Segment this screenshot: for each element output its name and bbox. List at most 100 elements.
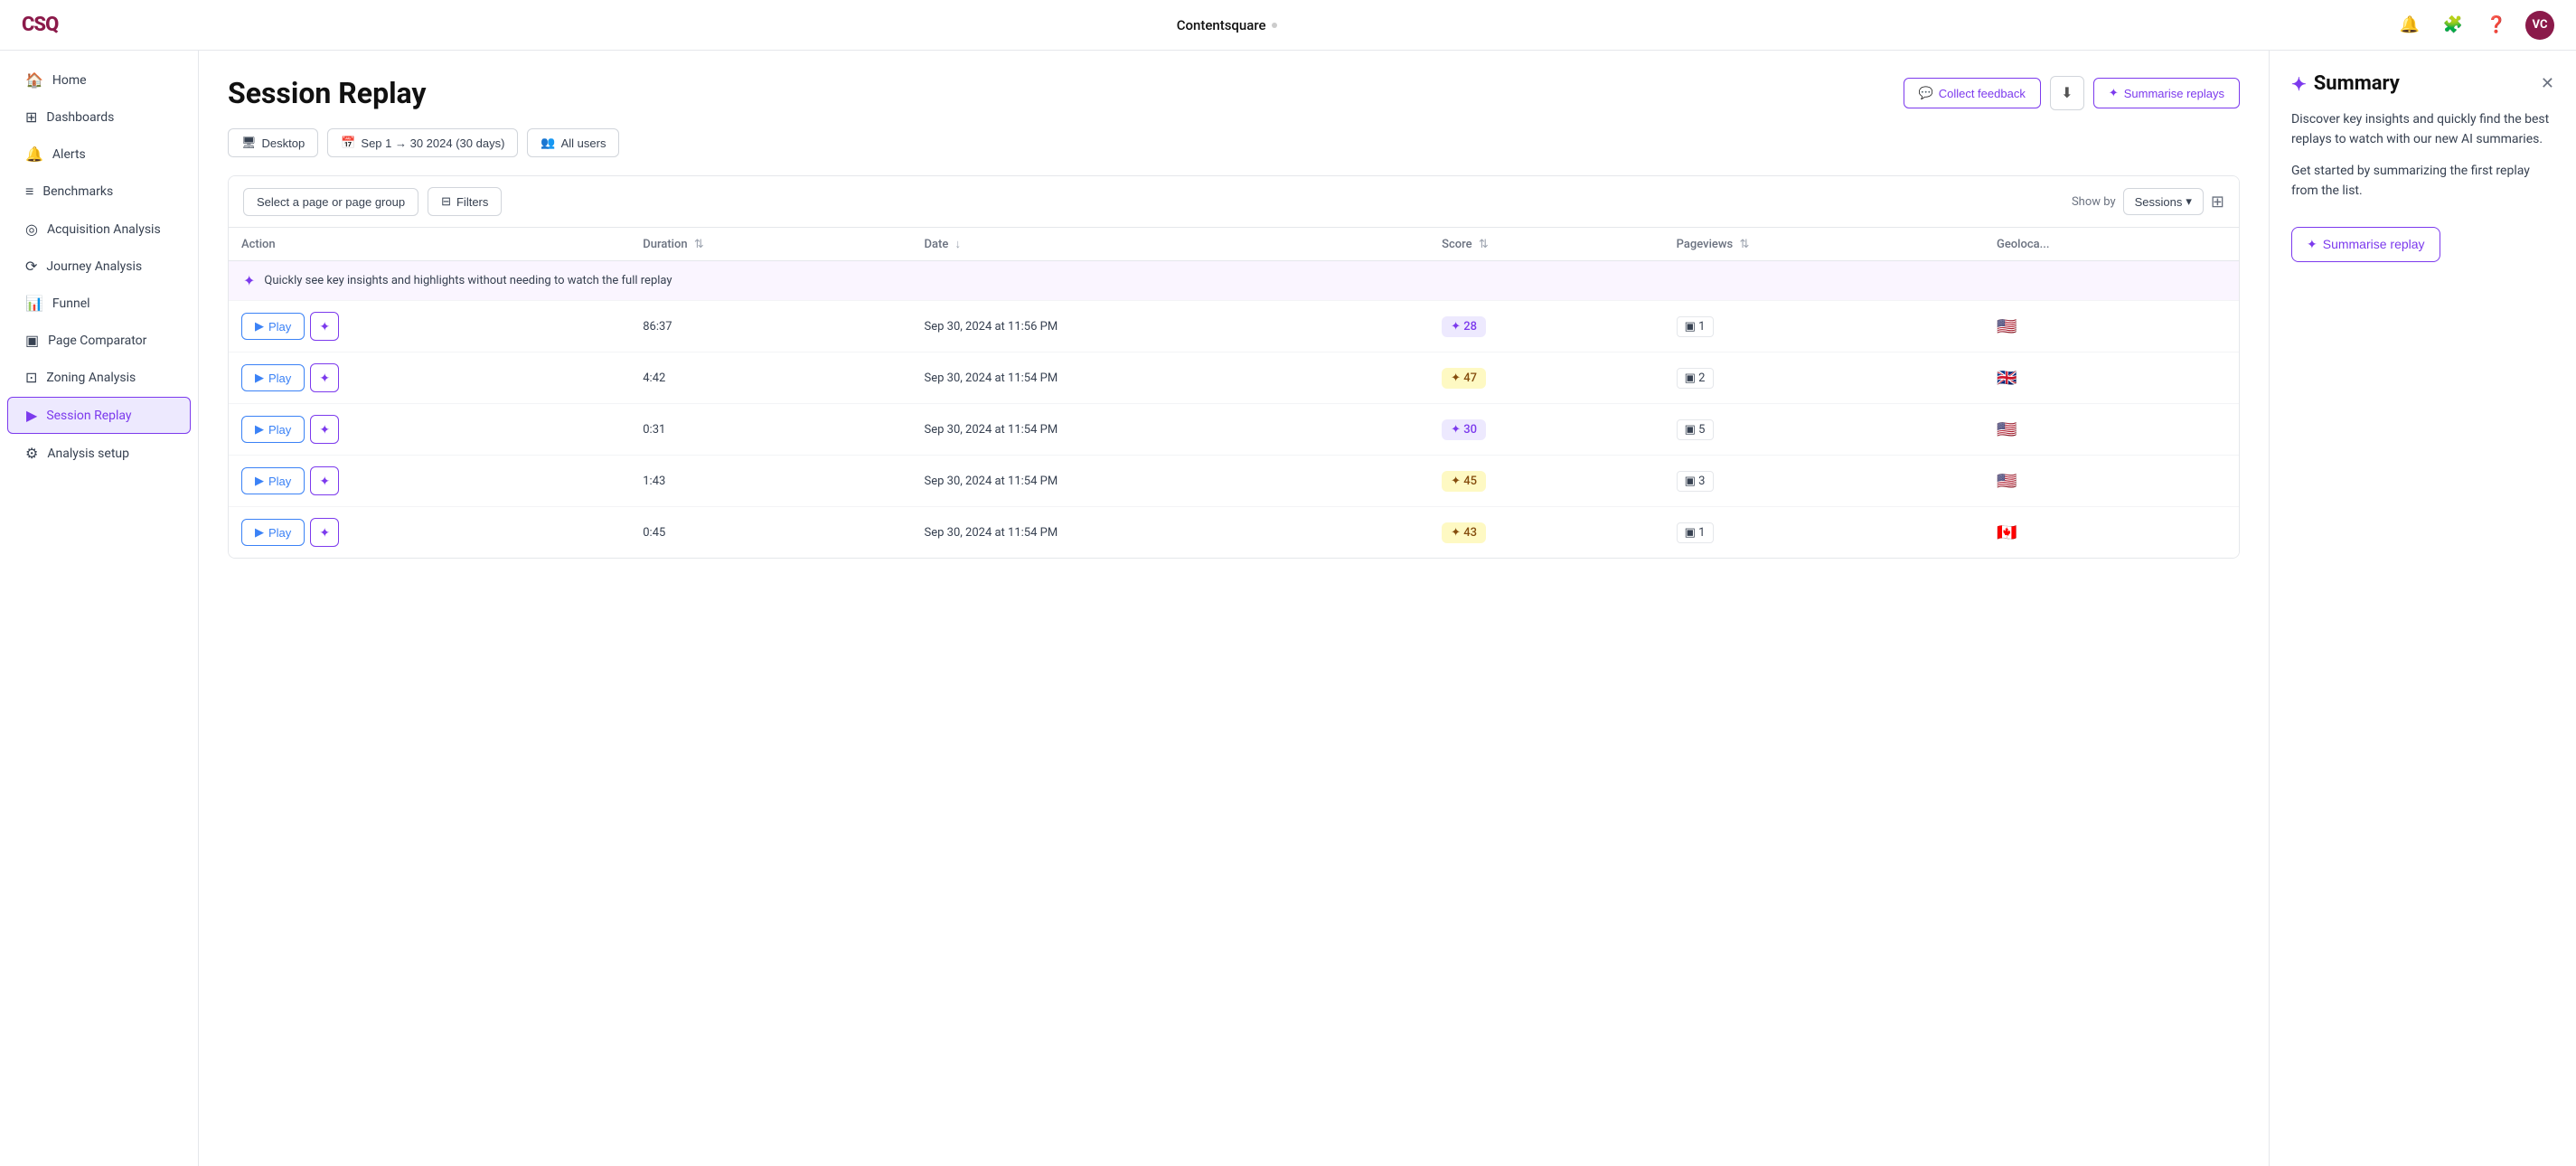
- summary-header: ✦ Summary ✕: [2291, 72, 2554, 95]
- filters-label: Filters: [456, 195, 488, 209]
- help-button[interactable]: ❓: [2482, 11, 2511, 40]
- sidebar-item-zoning-analysis[interactable]: ⊡ Zoning Analysis: [7, 360, 191, 395]
- summary-title-text: Summary: [2314, 72, 2400, 95]
- date-range-label: Sep 1 → 30 2024 (30 days): [361, 136, 504, 150]
- sidebar-item-journey-analysis[interactable]: ⟳ Journey Analysis: [7, 249, 191, 284]
- sparkle-icon: ✦: [2109, 86, 2119, 100]
- flag-cell: 🇺🇸: [1984, 301, 2239, 353]
- ai-summarise-button[interactable]: ✦: [310, 518, 339, 547]
- play-label: Play: [268, 526, 291, 540]
- avatar[interactable]: VC: [2525, 11, 2554, 40]
- summary-close-button[interactable]: ✕: [2541, 74, 2554, 93]
- page-comparator-icon: ▣: [25, 332, 39, 349]
- summarise-replay-sparkle-icon: ✦: [2307, 237, 2317, 252]
- action-cell: ▶ Play ✦: [229, 301, 630, 353]
- score-badge: ✦ 45: [1442, 471, 1486, 492]
- sidebar-item-label: Page Comparator: [48, 334, 146, 348]
- device-filter-button[interactable]: 🖥 Desktop: [228, 128, 318, 157]
- collect-feedback-icon: 💬: [1919, 86, 1933, 100]
- ai-summarise-button[interactable]: ✦: [310, 415, 339, 444]
- download-button[interactable]: ⬇: [2050, 76, 2084, 110]
- sidebar-item-label: Session Replay: [46, 409, 131, 423]
- ai-summarise-button[interactable]: ✦: [310, 363, 339, 392]
- logo[interactable]: CSQ: [22, 14, 58, 36]
- score-cell: ✦ 28: [1429, 301, 1664, 353]
- sort-icon-score: ⇅: [1479, 238, 1489, 251]
- summary-description: Discover key insights and quickly find t…: [2291, 109, 2554, 212]
- table-row: ▶ Play ✦ 4:42Sep 30, 2024 at 11:54 PM✦ 4…: [229, 353, 2239, 404]
- play-label: Play: [268, 371, 291, 385]
- score-badge: ✦ 30: [1442, 419, 1486, 440]
- action-cell: ▶ Play ✦: [229, 353, 630, 404]
- extensions-button[interactable]: 🧩: [2439, 11, 2468, 40]
- page-title: Session Replay: [228, 76, 427, 110]
- sidebar-item-dashboards[interactable]: ⊞ Dashboards: [7, 99, 191, 135]
- summary-panel: ✦ Summary ✕ Discover key insights and qu…: [2269, 51, 2576, 1166]
- ai-summarise-button[interactable]: ✦: [310, 312, 339, 341]
- date-cell: Sep 30, 2024 at 11:56 PM: [912, 301, 1430, 353]
- summarise-replay-label: Summarise replay: [2323, 237, 2425, 251]
- sidebar-item-session-replay[interactable]: ▶ Session Replay: [7, 397, 191, 434]
- sidebar-item-funnel[interactable]: 📊 Funnel: [7, 286, 191, 321]
- sidebar-item-acquisition-analysis[interactable]: ◎ Acquisition Analysis: [7, 212, 191, 247]
- pageviews-value: ▣ 5: [1677, 419, 1714, 440]
- audience-filter-button[interactable]: 👥 All users: [527, 128, 619, 157]
- score-cell: ✦ 43: [1429, 507, 1664, 559]
- ai-summarise-button[interactable]: ✦: [310, 466, 339, 495]
- summarise-replays-button[interactable]: ✦ Summarise replays: [2093, 78, 2240, 108]
- action-cell: ▶ Play ✦: [229, 507, 630, 559]
- score-badge: ✦ 43: [1442, 522, 1486, 543]
- topnav-center: Contentsquare: [58, 17, 2395, 33]
- date-cell: Sep 30, 2024 at 11:54 PM: [912, 507, 1430, 559]
- play-icon: ▶: [255, 422, 264, 437]
- table-header-row: Action Duration ⇅ Date ↓ Score ⇅: [229, 228, 2239, 261]
- topnav-brand: Contentsquare: [1177, 17, 1266, 33]
- header-actions: 💬 Collect feedback ⬇ ✦ Summarise replays: [1904, 76, 2240, 110]
- summarise-replay-button[interactable]: ✦ Summarise replay: [2291, 227, 2440, 262]
- notifications-button[interactable]: 🔔: [2395, 11, 2424, 40]
- main-layout: 🏠 Home ⊞ Dashboards 🔔 Alerts ≡ Benchmark…: [0, 51, 2576, 1166]
- table-row: ▶ Play ✦ 0:31Sep 30, 2024 at 11:54 PM✦ 3…: [229, 404, 2239, 456]
- grid-view-icon[interactable]: ⊞: [2211, 193, 2224, 212]
- play-button[interactable]: ▶ Play: [241, 416, 305, 443]
- sidebar-item-analysis-setup[interactable]: ⚙ Analysis setup: [7, 436, 191, 471]
- calendar-icon: 📅: [341, 136, 355, 150]
- funnel-icon: 📊: [25, 295, 43, 312]
- date-cell: Sep 30, 2024 at 11:54 PM: [912, 353, 1430, 404]
- play-button[interactable]: ▶ Play: [241, 364, 305, 391]
- pageviews-cell: ▣ 5: [1664, 404, 1984, 456]
- table-row: ▶ Play ✦ 1:43Sep 30, 2024 at 11:54 PM✦ 4…: [229, 456, 2239, 507]
- journey-icon: ⟳: [25, 258, 37, 275]
- show-by-select[interactable]: Sessions ▾: [2123, 188, 2204, 215]
- dashboards-icon: ⊞: [25, 108, 37, 126]
- flag-cell: 🇨🇦: [1984, 507, 2239, 559]
- play-button[interactable]: ▶ Play: [241, 467, 305, 494]
- date-range-filter-button[interactable]: 📅 Sep 1 → 30 2024 (30 days): [327, 128, 518, 157]
- sidebar-item-label: Home: [52, 73, 87, 88]
- summary-sparkle-icon: ✦: [2291, 73, 2307, 95]
- ai-sparkle-icon: ✦: [319, 319, 330, 334]
- home-icon: 🏠: [25, 71, 43, 89]
- duration-cell: 1:43: [630, 456, 911, 507]
- ai-sparkle-icon: ✦: [319, 525, 330, 541]
- play-button[interactable]: ▶ Play: [241, 313, 305, 340]
- filters-button[interactable]: ⊟ Filters: [428, 187, 502, 216]
- sidebar-item-home[interactable]: 🏠 Home: [7, 62, 191, 98]
- play-button[interactable]: ▶ Play: [241, 519, 305, 546]
- sidebar-item-benchmarks[interactable]: ≡ Benchmarks: [7, 174, 191, 210]
- sidebar-item-page-comparator[interactable]: ▣ Page Comparator: [7, 323, 191, 358]
- insight-row: ✦ Quickly see key insights and highlight…: [229, 261, 2239, 301]
- download-icon: ⬇: [2061, 84, 2073, 102]
- sidebar-item-alerts[interactable]: 🔔 Alerts: [7, 136, 191, 172]
- select-page-button[interactable]: Select a page or page group: [243, 188, 418, 216]
- country-flag: 🇺🇸: [1997, 420, 2017, 439]
- analysis-setup-icon: ⚙: [25, 445, 38, 462]
- sort-icon: ⇅: [694, 238, 704, 251]
- collect-feedback-button[interactable]: 💬 Collect feedback: [1904, 78, 2041, 108]
- collect-feedback-label: Collect feedback: [1939, 87, 2026, 100]
- play-icon: ▶: [255, 525, 264, 540]
- duration-cell: 4:42: [630, 353, 911, 404]
- action-cell: ▶ Play ✦: [229, 456, 630, 507]
- insight-text: Quickly see key insights and highlights …: [264, 274, 672, 287]
- col-pageviews: Pageviews ⇅: [1664, 228, 1984, 261]
